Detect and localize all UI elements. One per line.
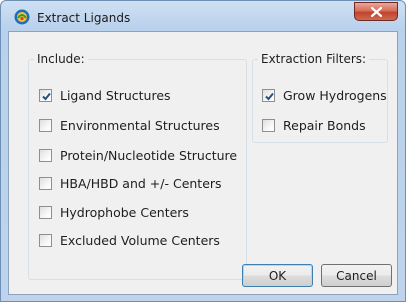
checkbox-box[interactable] (39, 205, 52, 219)
close-button[interactable] (354, 2, 398, 21)
checkbox-excluded-volume-centers[interactable]: Excluded Volume Centers (39, 232, 220, 248)
checkbox-box[interactable] (262, 118, 275, 132)
checkbox-repair-bonds[interactable]: Repair Bonds (262, 117, 366, 133)
extraction-filters-legend: Extraction Filters: (258, 52, 370, 66)
checkbox-environmental-structures[interactable]: Environmental Structures (39, 117, 220, 133)
ok-button[interactable]: OK (242, 264, 313, 287)
checkbox-label: Excluded Volume Centers (60, 232, 220, 248)
checkbox-label: Repair Bonds (283, 117, 366, 133)
dialog-content: Include: Ligand Structures Environmental… (8, 31, 398, 295)
checkbox-label: Environmental Structures (60, 117, 220, 133)
checkbox-box[interactable] (39, 148, 52, 162)
checkbox-ligand-structures[interactable]: Ligand Structures (39, 87, 171, 103)
title-bar[interactable]: Extract Ligands (1, 1, 405, 35)
checkbox-protein-nucleotide-structure[interactable]: Protein/Nucleotide Structure (39, 147, 237, 163)
checkbox-box[interactable] (39, 176, 52, 190)
checkbox-box[interactable] (39, 233, 52, 247)
checkbox-label: Protein/Nucleotide Structure (60, 147, 238, 163)
checkbox-box[interactable] (39, 118, 52, 132)
checkbox-label: Ligand Structures (60, 87, 171, 103)
dialog-window: Extract Ligands Include: Ligand Structur… (0, 0, 406, 302)
checkbox-box[interactable] (39, 88, 52, 102)
close-icon (371, 7, 382, 17)
checkbox-hydrophobe-centers[interactable]: Hydrophobe Centers (39, 204, 189, 220)
check-icon (265, 92, 274, 100)
checkbox-label: Hydrophobe Centers (60, 204, 189, 220)
app-logo-icon (14, 9, 30, 25)
window-title: Extract Ligands (37, 11, 131, 25)
checkbox-box[interactable] (262, 88, 275, 102)
checkbox-label: HBA/HBD and +/- Centers (60, 175, 222, 191)
check-icon (42, 92, 51, 100)
cancel-button[interactable]: Cancel (321, 264, 392, 287)
include-legend: Include: (34, 52, 88, 66)
checkbox-grow-hydrogens[interactable]: Grow Hydrogens (262, 87, 387, 103)
checkbox-label: Grow Hydrogens (283, 87, 387, 103)
checkbox-hba-hbd-centers[interactable]: HBA/HBD and +/- Centers (39, 175, 222, 191)
